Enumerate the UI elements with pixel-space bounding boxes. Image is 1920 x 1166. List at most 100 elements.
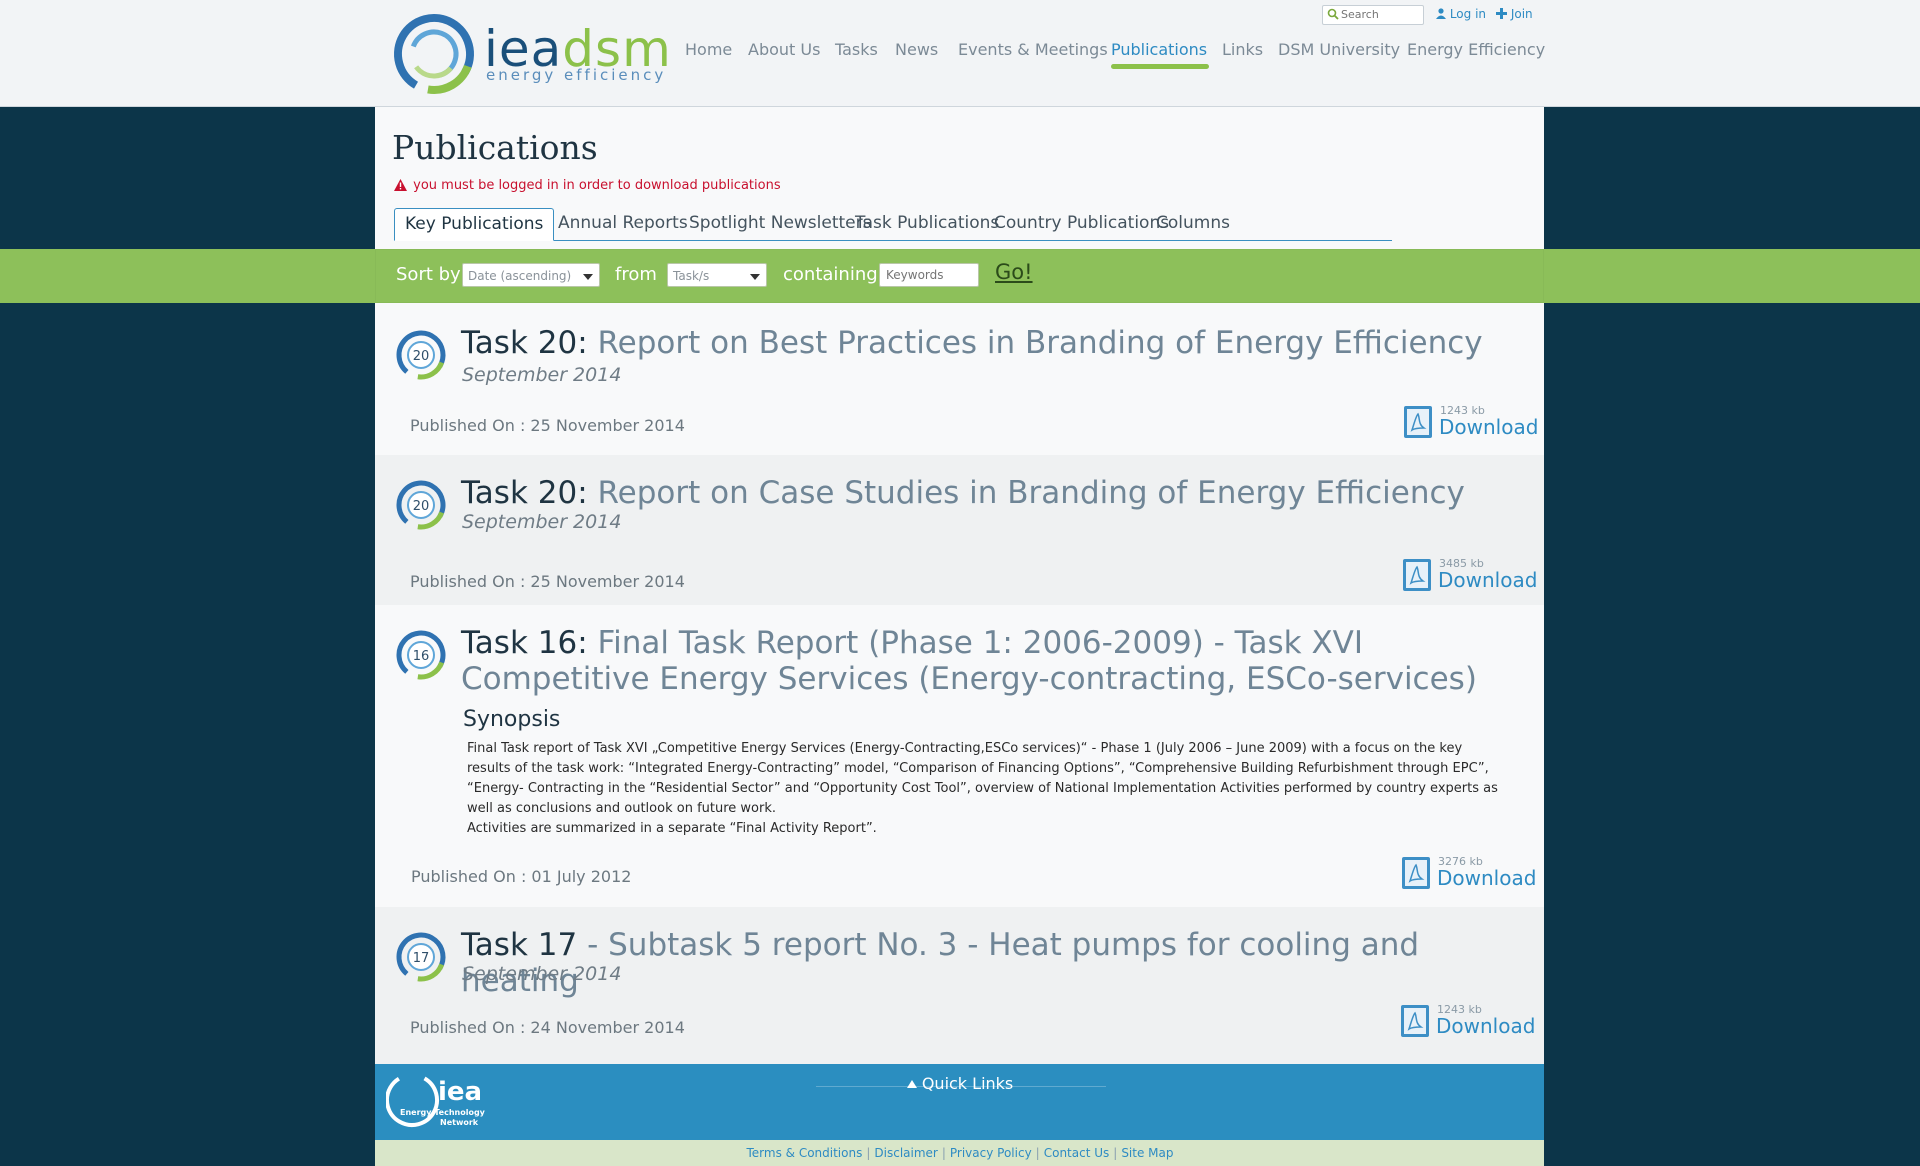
login-link[interactable]: Log in <box>1436 7 1486 21</box>
task-badge-icon: 17 <box>396 932 446 982</box>
pdf-icon <box>1401 1005 1429 1037</box>
login-label: Log in <box>1449 7 1487 21</box>
pdf-icon <box>1403 559 1431 591</box>
nav-energy-efficiency[interactable]: Energy Efficiency <box>1407 40 1545 59</box>
download-button[interactable]: 3276 kb Download <box>1402 855 1536 895</box>
go-button[interactable]: Go! <box>995 260 1033 284</box>
nav-dsm-university[interactable]: DSM University <box>1278 40 1400 59</box>
publication-tabs: Key Publications Annual Reports Spotligh… <box>394 208 1392 241</box>
sort-by-label: Sort by <box>396 264 461 285</box>
site-header: ieadsm energy efficiency Log in Join Hom… <box>0 0 1920 107</box>
filter-bar: Sort by Date (ascending) from Task/s con… <box>0 249 1920 303</box>
join-link[interactable]: Join <box>1496 7 1533 21</box>
task-badge-number: 16 <box>413 649 430 664</box>
title-text: Report on Case Studies in Branding of En… <box>597 475 1465 511</box>
download-button[interactable]: 3485 kb Download <box>1403 557 1537 597</box>
iea-logo-line1: Energy Technology <box>400 1108 486 1117</box>
publication-item: 20 Task 20: Report on Best Practices in … <box>375 303 1544 455</box>
publication-date: September 2014 <box>462 511 622 533</box>
ieadsm-logo[interactable]: ieadsm energy efficiency <box>392 10 671 98</box>
login-warning: you must be logged in in order to downlo… <box>394 178 781 193</box>
synopsis-text: Final Task report of Task XVI „Competiti… <box>467 739 1507 839</box>
sort-select-value: Date (ascending) <box>468 269 572 283</box>
task-badge-number: 20 <box>413 499 430 514</box>
logo-tagline: energy efficiency <box>486 66 667 84</box>
tab-key-publications[interactable]: Key Publications <box>394 208 555 241</box>
separator: | <box>1113 1146 1118 1160</box>
task-label: Task 17 <box>461 927 578 963</box>
download-button[interactable]: 1243 kb Download <box>1401 1003 1535 1043</box>
task-badge-icon: 20 <box>396 330 446 380</box>
chevron-down-icon <box>750 274 760 280</box>
keywords-input[interactable] <box>879 263 979 287</box>
caret-up-icon <box>906 1080 917 1088</box>
publication-item: 17 Task 17 - Subtask 5 report No. 3 - He… <box>375 907 1544 1064</box>
iea-etn-logo[interactable]: iea Energy Technology Network <box>386 1070 506 1130</box>
synopsis-paragraph: Final Task report of Task XVI „Competiti… <box>467 741 1498 816</box>
download-label: Download <box>1436 1014 1536 1038</box>
page-title: Publications <box>392 128 598 167</box>
nav-tasks[interactable]: Tasks <box>835 40 878 59</box>
publication-title[interactable]: Task 20: Report on Best Practices in Bra… <box>461 325 1521 361</box>
iea-logo-word: iea <box>438 1077 482 1107</box>
iea-logo-line2: Network <box>440 1118 479 1127</box>
synopsis-paragraph: Activities are summarized in a separate … <box>467 821 877 836</box>
publication-item: 16 Task 16: Final Task Report (Phase 1: … <box>375 605 1544 907</box>
synopsis-heading: Synopsis <box>463 707 561 732</box>
filter-bar-inner: Sort by Date (ascending) from Task/s con… <box>375 249 1544 303</box>
separator: | <box>866 1146 871 1160</box>
publication-title[interactable]: Task 20: Report on Case Studies in Brand… <box>461 475 1521 511</box>
containing-label: containing <box>783 264 878 285</box>
download-label: Download <box>1437 866 1537 890</box>
user-icon <box>1436 8 1446 19</box>
published-on: Published On : 25 November 2014 <box>410 572 685 591</box>
nav-news[interactable]: News <box>895 40 938 59</box>
title-text: Final Task Report (Phase 1: 2006-2009) -… <box>461 625 1477 697</box>
download-label: Download <box>1438 568 1538 592</box>
nav-home[interactable]: Home <box>685 40 732 59</box>
nav-links[interactable]: Links <box>1222 40 1263 59</box>
chevron-down-icon <box>583 274 593 280</box>
tab-annual-reports[interactable]: Annual Reports <box>548 208 698 238</box>
task-badge-icon: 20 <box>396 480 446 530</box>
task-label: Task 20: <box>461 325 588 361</box>
footer-links: Terms & Conditions | Disclaimer | Privacy Po… <box>0 1146 1920 1160</box>
nav-publications[interactable]: Publications <box>1111 40 1207 59</box>
publication-title[interactable]: Task 16: Final Task Report (Phase 1: 200… <box>461 625 1531 697</box>
task-badge-number: 20 <box>413 349 430 364</box>
nav-about-us[interactable]: About Us <box>748 40 820 59</box>
published-on: Published On : 24 November 2014 <box>410 1018 685 1037</box>
footer-link-privacy[interactable]: Privacy Policy <box>950 1146 1032 1160</box>
task-badge-icon: 16 <box>396 630 446 680</box>
footer-link-sitemap[interactable]: Site Map <box>1121 1146 1173 1160</box>
search-icon <box>1327 8 1339 20</box>
search-box[interactable] <box>1322 5 1424 25</box>
active-nav-underline <box>1111 64 1209 69</box>
task-select-value: Task/s <box>673 269 710 283</box>
task-select[interactable]: Task/s <box>667 263 767 287</box>
warning-icon <box>394 179 407 191</box>
published-on: Published On : 25 November 2014 <box>410 416 685 435</box>
published-on: Published On : 01 July 2012 <box>411 867 632 886</box>
footer-link-contact[interactable]: Contact Us <box>1044 1146 1110 1160</box>
title-text: Report on Best Practices in Branding of … <box>597 325 1483 361</box>
search-input[interactable] <box>1341 7 1419 21</box>
logo-ring-icon <box>394 14 474 94</box>
footer-link-disclaimer[interactable]: Disclaimer <box>874 1146 937 1160</box>
task-label: Task 16: <box>461 625 588 661</box>
nav-events-meetings[interactable]: Events & Meetings <box>958 40 1108 59</box>
task-badge-number: 17 <box>413 951 430 966</box>
publication-date: September 2014 <box>462 963 622 985</box>
pdf-icon <box>1402 857 1430 889</box>
quick-links-label: Quick Links <box>921 1074 1014 1093</box>
download-button[interactable]: 1243 kb Download <box>1404 404 1538 444</box>
task-label: Task 20: <box>461 475 588 511</box>
footer-link-terms[interactable]: Terms & Conditions <box>747 1146 863 1160</box>
pdf-icon <box>1404 406 1432 438</box>
login-warning-text: you must be logged in in order to downlo… <box>413 178 781 193</box>
sort-select[interactable]: Date (ascending) <box>462 263 600 287</box>
tab-columns[interactable]: Columns <box>1146 208 1240 238</box>
publication-date: September 2014 <box>462 364 622 386</box>
separator: | <box>1035 1146 1040 1160</box>
quick-links-toggle[interactable]: Quick Links <box>0 1074 1920 1093</box>
